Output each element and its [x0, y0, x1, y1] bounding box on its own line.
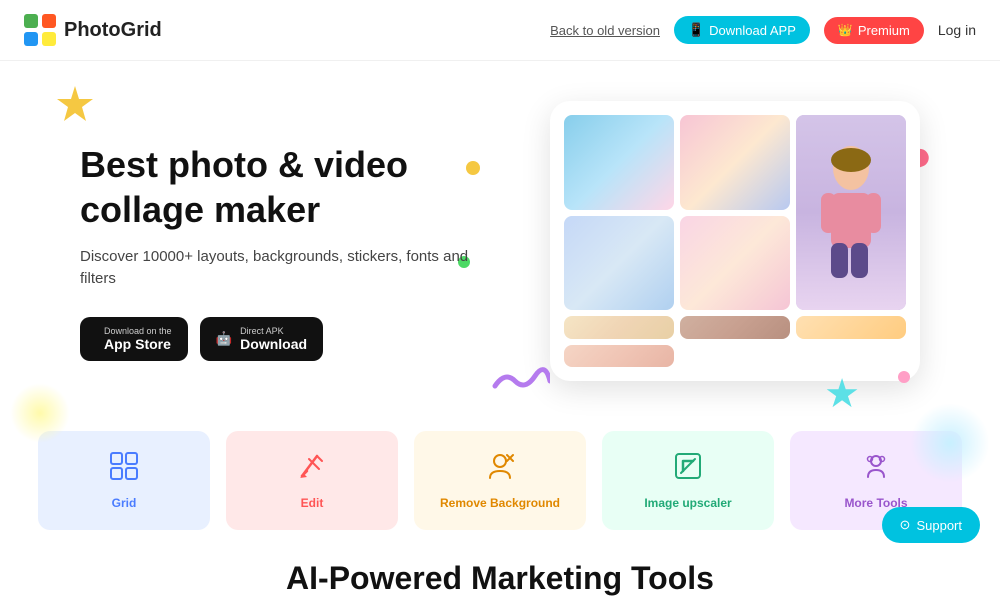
purple-squiggle-decoration [490, 366, 550, 396]
header-right: Back to old version 📱 Download APP 👑 Pre… [550, 16, 976, 44]
tools-section: Grid Edit Remove Background [0, 431, 1000, 530]
ai-section-title: AI-Powered Marketing Tools [20, 560, 980, 597]
photo-thumb-brown [680, 316, 790, 339]
bg-blue-glow [910, 403, 990, 483]
phone-mockup [550, 101, 920, 381]
download-app-button[interactable]: 📱 Download APP [674, 16, 810, 44]
appstore-button[interactable]: Download on the App Store [80, 317, 188, 361]
photo-thumb-sky [564, 115, 674, 210]
login-button[interactable]: Log in [938, 22, 976, 38]
support-label: Support [916, 518, 962, 533]
hero-visual: ★ [500, 91, 940, 411]
pink-circle-decoration [898, 371, 910, 383]
more-tools-icon [861, 451, 891, 488]
tool-remove-bg-label: Remove Background [440, 496, 560, 510]
tool-remove-background[interactable]: Remove Background [414, 431, 586, 530]
tool-grid-label: Grid [112, 496, 137, 510]
hero-title: Best photo & video collage maker [80, 142, 500, 232]
remove-bg-icon [485, 451, 515, 488]
logo-icon [24, 14, 56, 46]
photo-thumb-pink-soft [680, 216, 790, 311]
support-button[interactable]: ⊙ Support [882, 507, 980, 543]
tool-upscaler-label: Image upscaler [644, 496, 731, 510]
yellow-star-decoration [50, 81, 100, 131]
apk-big-text: Download [240, 336, 307, 352]
android-icon: 🤖 [216, 331, 233, 347]
photo-thumb-donuts [564, 345, 674, 368]
tool-edit[interactable]: Edit [226, 431, 398, 530]
upscaler-icon [673, 451, 703, 488]
header: PhotoGrid Back to old version 📱 Download… [0, 0, 1000, 61]
premium-button[interactable]: 👑 Premium [824, 17, 924, 44]
photo-thumb-orange [796, 316, 906, 339]
hero-content: Best photo & video collage maker Discove… [80, 142, 500, 361]
photo-thumb-pink [680, 115, 790, 210]
photo-thumb-blue [564, 216, 674, 311]
phone-icon: 📱 [688, 22, 704, 38]
logo[interactable]: PhotoGrid [24, 14, 162, 46]
logo-text: PhotoGrid [64, 19, 162, 42]
hero-section: Best photo & video collage maker Discove… [0, 61, 1000, 431]
hero-buttons: Download on the App Store 🤖 Direct APK D… [80, 317, 500, 361]
apk-small-text: Direct APK [240, 326, 284, 336]
photo-thumb-main [796, 115, 906, 310]
grid-icon [109, 451, 139, 488]
tool-grid[interactable]: Grid [38, 431, 210, 530]
appstore-big-text: App Store [104, 336, 171, 352]
girl-silhouette [801, 138, 901, 288]
direct-apk-button[interactable]: 🤖 Direct APK Download [200, 317, 324, 361]
appstore-small-text: Download on the [104, 326, 172, 336]
edit-icon [297, 451, 327, 488]
ai-section: AI-Powered Marketing Tools [0, 530, 1000, 607]
support-icon: ⊙ [900, 517, 911, 533]
tool-image-upscaler[interactable]: Image upscaler [602, 431, 774, 530]
blue-star-decoration: ★ [824, 371, 860, 417]
crown-icon: 👑 [838, 23, 853, 37]
hero-subtitle: Discover 10000+ layouts, backgrounds, st… [80, 246, 500, 291]
photo-thumb-food [564, 316, 674, 339]
tool-edit-label: Edit [301, 496, 324, 510]
bg-yellow-glow [10, 383, 70, 443]
back-old-version-link[interactable]: Back to old version [550, 23, 660, 38]
